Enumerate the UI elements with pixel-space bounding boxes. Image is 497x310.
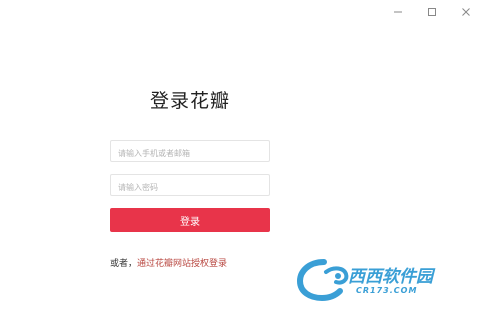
alt-login-prefix: 或者，	[110, 259, 138, 269]
phone-email-field-container	[110, 140, 270, 164]
login-button[interactable]: 登录	[110, 208, 270, 232]
alternative-login: 或者，通过花瓣网站授权登录	[110, 256, 227, 269]
phone-email-input[interactable]	[111, 143, 269, 164]
minimize-button[interactable]	[381, 4, 415, 20]
watermark-name: 西西软件园	[348, 267, 433, 287]
watermark-logo-icon	[296, 259, 349, 302]
maximize-button[interactable]	[415, 4, 449, 20]
login-window: 登录花瓣 登录 或者，通过花瓣网站授权登录 西西软件园 CR173.COM	[0, 0, 497, 310]
close-button[interactable]	[449, 4, 483, 20]
maximize-icon	[428, 8, 436, 16]
minimize-icon	[394, 11, 402, 13]
password-field-container	[110, 174, 270, 198]
site-watermark: 西西软件园 CR173.COM	[296, 256, 486, 304]
page-title: 登录花瓣	[149, 90, 230, 112]
authorize-via-website-link[interactable]: 通过花瓣网站授权登录	[137, 259, 227, 269]
password-input[interactable]	[111, 177, 269, 198]
window-controls	[381, 4, 483, 20]
watermark-site: CR173.COM	[356, 286, 418, 295]
close-icon	[462, 8, 470, 16]
